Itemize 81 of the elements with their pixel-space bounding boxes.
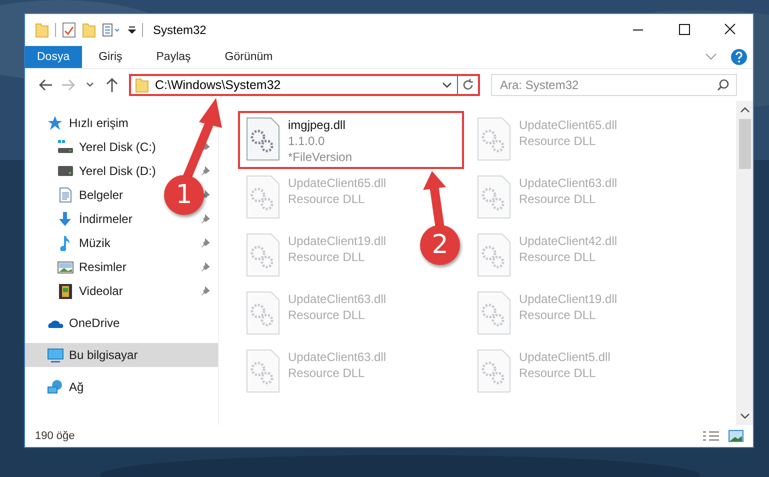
dropdown-arrow-icon[interactable] xyxy=(128,25,136,35)
file-detail: 1.1.0.0 xyxy=(288,133,325,149)
down-arrow-icon xyxy=(57,211,74,227)
file-detail: Resource DLL xyxy=(519,249,596,265)
film-icon xyxy=(57,283,74,299)
file-detail: *FileVersion xyxy=(288,149,352,165)
search-icon[interactable] xyxy=(717,79,729,91)
checklist-icon[interactable] xyxy=(62,22,76,38)
window-title: System32 xyxy=(153,23,208,37)
file-name: UpdateClient63.dll xyxy=(519,175,618,191)
settings-file-icon xyxy=(477,233,511,277)
file-name: UpdateClient65.dll xyxy=(519,117,618,133)
drive-icon xyxy=(57,163,74,179)
picture-icon xyxy=(57,259,74,275)
settings-file-icon xyxy=(246,233,280,277)
scroll-down-icon[interactable] xyxy=(740,411,750,421)
pin-icon[interactable] xyxy=(200,166,210,176)
file-name: UpdateClient65.dll xyxy=(288,175,386,191)
file-detail: Resource DLL xyxy=(519,307,596,323)
sidebar-item[interactable]: Ağ xyxy=(69,380,84,394)
refresh-icon[interactable] xyxy=(462,79,474,91)
sidebar-item[interactable]: Müzik xyxy=(79,236,110,250)
file-detail: Resource DLL xyxy=(519,365,596,381)
pin-icon[interactable] xyxy=(200,142,210,152)
file-name: UpdateClient63.dll xyxy=(288,291,386,307)
back-arrow-icon[interactable] xyxy=(39,79,53,91)
search-field[interactable]: Ara: System32 xyxy=(491,74,737,96)
sidebar-item[interactable]: Belgeler xyxy=(79,188,124,202)
properties-icon[interactable] xyxy=(102,23,122,37)
ribbon-tab[interactable]: Görünüm xyxy=(208,46,290,68)
item-count: 190 öğe xyxy=(35,430,76,442)
pin-icon[interactable] xyxy=(200,286,210,296)
up-arrow-icon[interactable] xyxy=(106,78,118,92)
pin-icon[interactable] xyxy=(200,214,210,224)
settings-file-icon xyxy=(477,291,511,335)
ribbon-tab[interactable]: Giriş xyxy=(82,46,140,68)
document-icon xyxy=(57,187,74,203)
scrollbar[interactable] xyxy=(736,101,753,425)
sidebar-item[interactable]: OneDrive xyxy=(69,316,120,330)
file-name: imgjpeg.dll xyxy=(288,117,346,133)
file-name: UpdateClient19.dll xyxy=(519,291,618,307)
star-icon xyxy=(47,115,64,131)
file-detail: Resource DLL xyxy=(288,365,365,381)
monitor-icon xyxy=(47,347,64,363)
file-detail: Resource DLL xyxy=(519,191,596,207)
sidebar-item[interactable]: Yerel Disk (D:) xyxy=(79,164,156,178)
settings-file-icon xyxy=(477,175,511,219)
file-menu-button[interactable]: Dosya xyxy=(25,46,82,68)
scroll-thumb[interactable] xyxy=(738,119,750,169)
chevron-down-icon[interactable] xyxy=(441,81,453,89)
settings-file-icon xyxy=(246,175,280,219)
file-name: UpdateClient42.dll xyxy=(519,233,618,249)
sidebar-item[interactable]: Yerel Disk (C:) xyxy=(79,140,156,154)
chevron-down-icon[interactable] xyxy=(86,82,94,88)
help-icon[interactable] xyxy=(731,49,747,65)
drive-icon xyxy=(57,139,74,155)
tiles-view-icon[interactable] xyxy=(727,429,745,443)
pin-icon[interactable] xyxy=(200,238,210,248)
folder-icon xyxy=(135,77,149,93)
file-detail: Resource DLL xyxy=(288,249,365,265)
file-name: UpdateClient19.dll xyxy=(288,233,386,249)
sidebar-item[interactable]: İndirmeler xyxy=(79,212,132,226)
settings-file-icon xyxy=(477,117,511,161)
sidebar-item[interactable]: Resimler xyxy=(79,260,126,274)
settings-file-icon xyxy=(246,117,280,161)
sidebar-item[interactable]: Videolar xyxy=(79,284,123,298)
sidebar-item[interactable]: Hızlı erişim xyxy=(69,116,128,130)
file-detail: Resource DLL xyxy=(288,307,365,323)
file-item[interactable]: imgjpeg.dll 1.1.0.0 *FileVersion xyxy=(238,111,464,169)
file-name: UpdateClient63.dll xyxy=(288,349,386,365)
settings-file-icon xyxy=(246,349,280,393)
file-name: UpdateClient5.dll xyxy=(519,349,610,365)
settings-file-icon xyxy=(246,291,280,335)
scroll-up-icon[interactable] xyxy=(740,105,750,115)
pin-icon[interactable] xyxy=(200,262,210,272)
settings-file-icon xyxy=(477,349,511,393)
globe-icon xyxy=(47,379,64,395)
file-detail: Resource DLL xyxy=(519,133,596,149)
ribbon-tab[interactable]: Paylaş xyxy=(139,46,208,68)
file-detail: Resource DLL xyxy=(288,191,365,207)
address-bar[interactable]: C:\Windows\System32 xyxy=(129,74,480,96)
